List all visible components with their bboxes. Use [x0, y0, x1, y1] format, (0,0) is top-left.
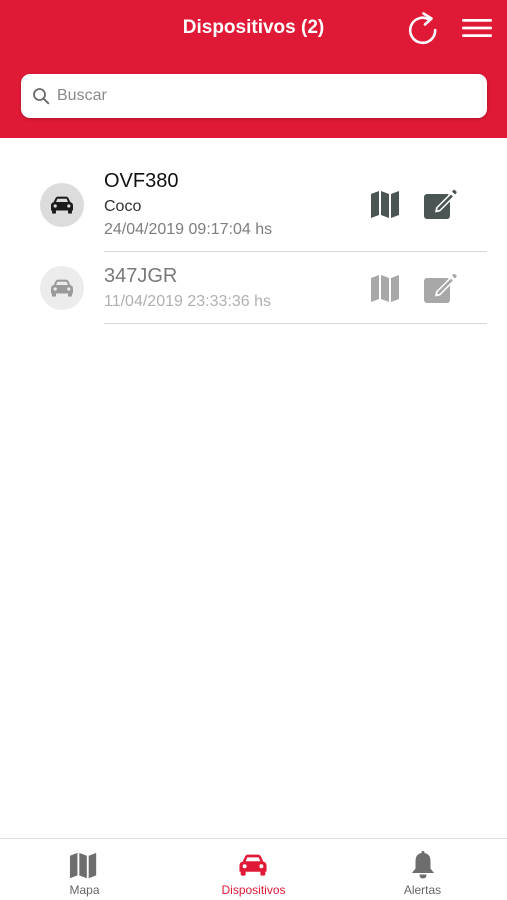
- row-divider: [104, 323, 487, 324]
- tab-alertas[interactable]: Alertas: [338, 839, 507, 900]
- edit-icon: [424, 189, 457, 219]
- device-timestamp: 24/04/2019 09:17:04 hs: [104, 221, 273, 238]
- search-icon: [33, 88, 50, 105]
- car-icon: [51, 279, 73, 297]
- device-avatar: [40, 183, 84, 227]
- device-subtitle: Coco: [104, 198, 142, 215]
- search-input[interactable]: [57, 74, 477, 118]
- device-avatar: [40, 266, 84, 310]
- bell-icon: [412, 851, 434, 879]
- device-list-item[interactable]: 347JGR 11/04/2019 23:33:36 hs: [0, 252, 507, 324]
- view-on-map-button[interactable]: [370, 190, 402, 220]
- device-name: OVF380: [104, 170, 179, 192]
- device-timestamp: 11/04/2019 23:33:36 hs: [104, 293, 271, 310]
- car-icon: [51, 196, 73, 214]
- view-on-map-button[interactable]: [370, 274, 402, 304]
- edit-device-button[interactable]: [422, 187, 458, 221]
- edit-icon: [424, 273, 457, 303]
- device-list-item[interactable]: OVF380 Coco 24/04/2019 09:17:04 hs: [0, 160, 507, 252]
- edit-device-button[interactable]: [422, 271, 458, 305]
- map-icon: [371, 275, 399, 302]
- device-name: 347JGR: [104, 265, 178, 287]
- map-icon: [69, 852, 97, 879]
- tab-dispositivos[interactable]: Dispositivos: [169, 839, 338, 900]
- app-header: Dispositivos (2): [0, 0, 507, 138]
- tab-label: Alertas: [403, 883, 442, 897]
- hamburger-menu-icon: [462, 19, 492, 37]
- tab-label: Mapa: [69, 883, 100, 897]
- car-icon: [239, 854, 267, 876]
- tab-label: Dispositivos: [221, 883, 286, 897]
- refresh-button[interactable]: [406, 10, 440, 46]
- map-icon: [371, 191, 399, 218]
- search-bar: [21, 74, 487, 118]
- menu-button[interactable]: [461, 16, 493, 40]
- bottom-tab-bar: Mapa Dispositivos Alertas: [0, 838, 507, 900]
- refresh-icon: [408, 12, 437, 45]
- tab-mapa[interactable]: Mapa: [0, 839, 169, 900]
